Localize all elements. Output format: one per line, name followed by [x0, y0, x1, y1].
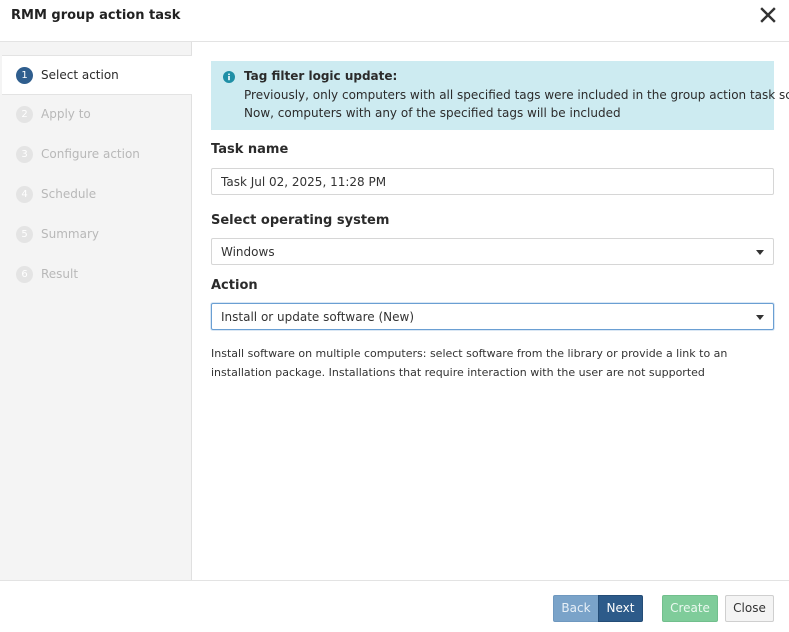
action-select[interactable]: Install or update software (New) — [211, 303, 774, 330]
info-banner: Tag filter logic update: Previously, onl… — [211, 61, 789, 130]
step-label: Result — [41, 267, 79, 281]
info-text-line-1: Previously, only computers with all spec… — [244, 88, 789, 102]
step-summary: 5 Summary — [2, 215, 192, 255]
step-number: 3 — [16, 146, 33, 163]
step-label: Apply to — [41, 107, 91, 121]
step-number: 6 — [16, 266, 33, 283]
back-button[interactable]: Back — [553, 595, 599, 622]
dialog-footer: Back Next Create Close — [0, 580, 789, 632]
close-icon[interactable] — [759, 6, 777, 24]
step-number: 1 — [16, 67, 33, 84]
dialog-title: RMM group action task — [11, 8, 181, 23]
action-label: Action — [211, 278, 258, 293]
os-select-value: Windows — [221, 245, 275, 259]
step-result: 6 Result — [2, 255, 192, 295]
task-name-label: Task name — [211, 142, 289, 157]
step-configure-action: 3 Configure action — [2, 135, 192, 175]
step-number: 4 — [16, 186, 33, 203]
task-name-input[interactable] — [211, 168, 774, 195]
os-label: Select operating system — [211, 213, 390, 228]
info-title: Tag filter logic update: — [244, 69, 398, 83]
step-apply-to: 2 Apply to — [2, 95, 192, 135]
chevron-down-icon — [756, 315, 764, 320]
main-content: Tag filter logic update: Previously, onl… — [192, 42, 789, 580]
step-select-action[interactable]: 1 Select action — [2, 55, 192, 95]
action-description: Install software on multiple computers: … — [211, 347, 728, 379]
info-text-line-2: Now, computers with any of the specified… — [244, 106, 621, 120]
step-number: 5 — [16, 226, 33, 243]
step-schedule: 4 Schedule — [2, 175, 192, 215]
step-label: Configure action — [41, 147, 140, 161]
os-select[interactable]: Windows — [211, 238, 774, 265]
action-select-value: Install or update software (New) — [221, 310, 415, 324]
step-number: 2 — [16, 106, 33, 123]
wizard-steps-sidebar: 1 Select action 2 Apply to 3 Configure a… — [0, 42, 192, 580]
step-label: Select action — [41, 68, 119, 82]
info-circle-icon — [223, 71, 235, 83]
next-button[interactable]: Next — [598, 595, 643, 622]
create-button[interactable]: Create — [662, 595, 718, 622]
dialog-header: RMM group action task — [0, 0, 789, 42]
step-label: Schedule — [41, 187, 97, 201]
chevron-down-icon — [756, 250, 764, 255]
step-label: Summary — [41, 227, 99, 241]
close-button[interactable]: Close — [725, 595, 774, 622]
